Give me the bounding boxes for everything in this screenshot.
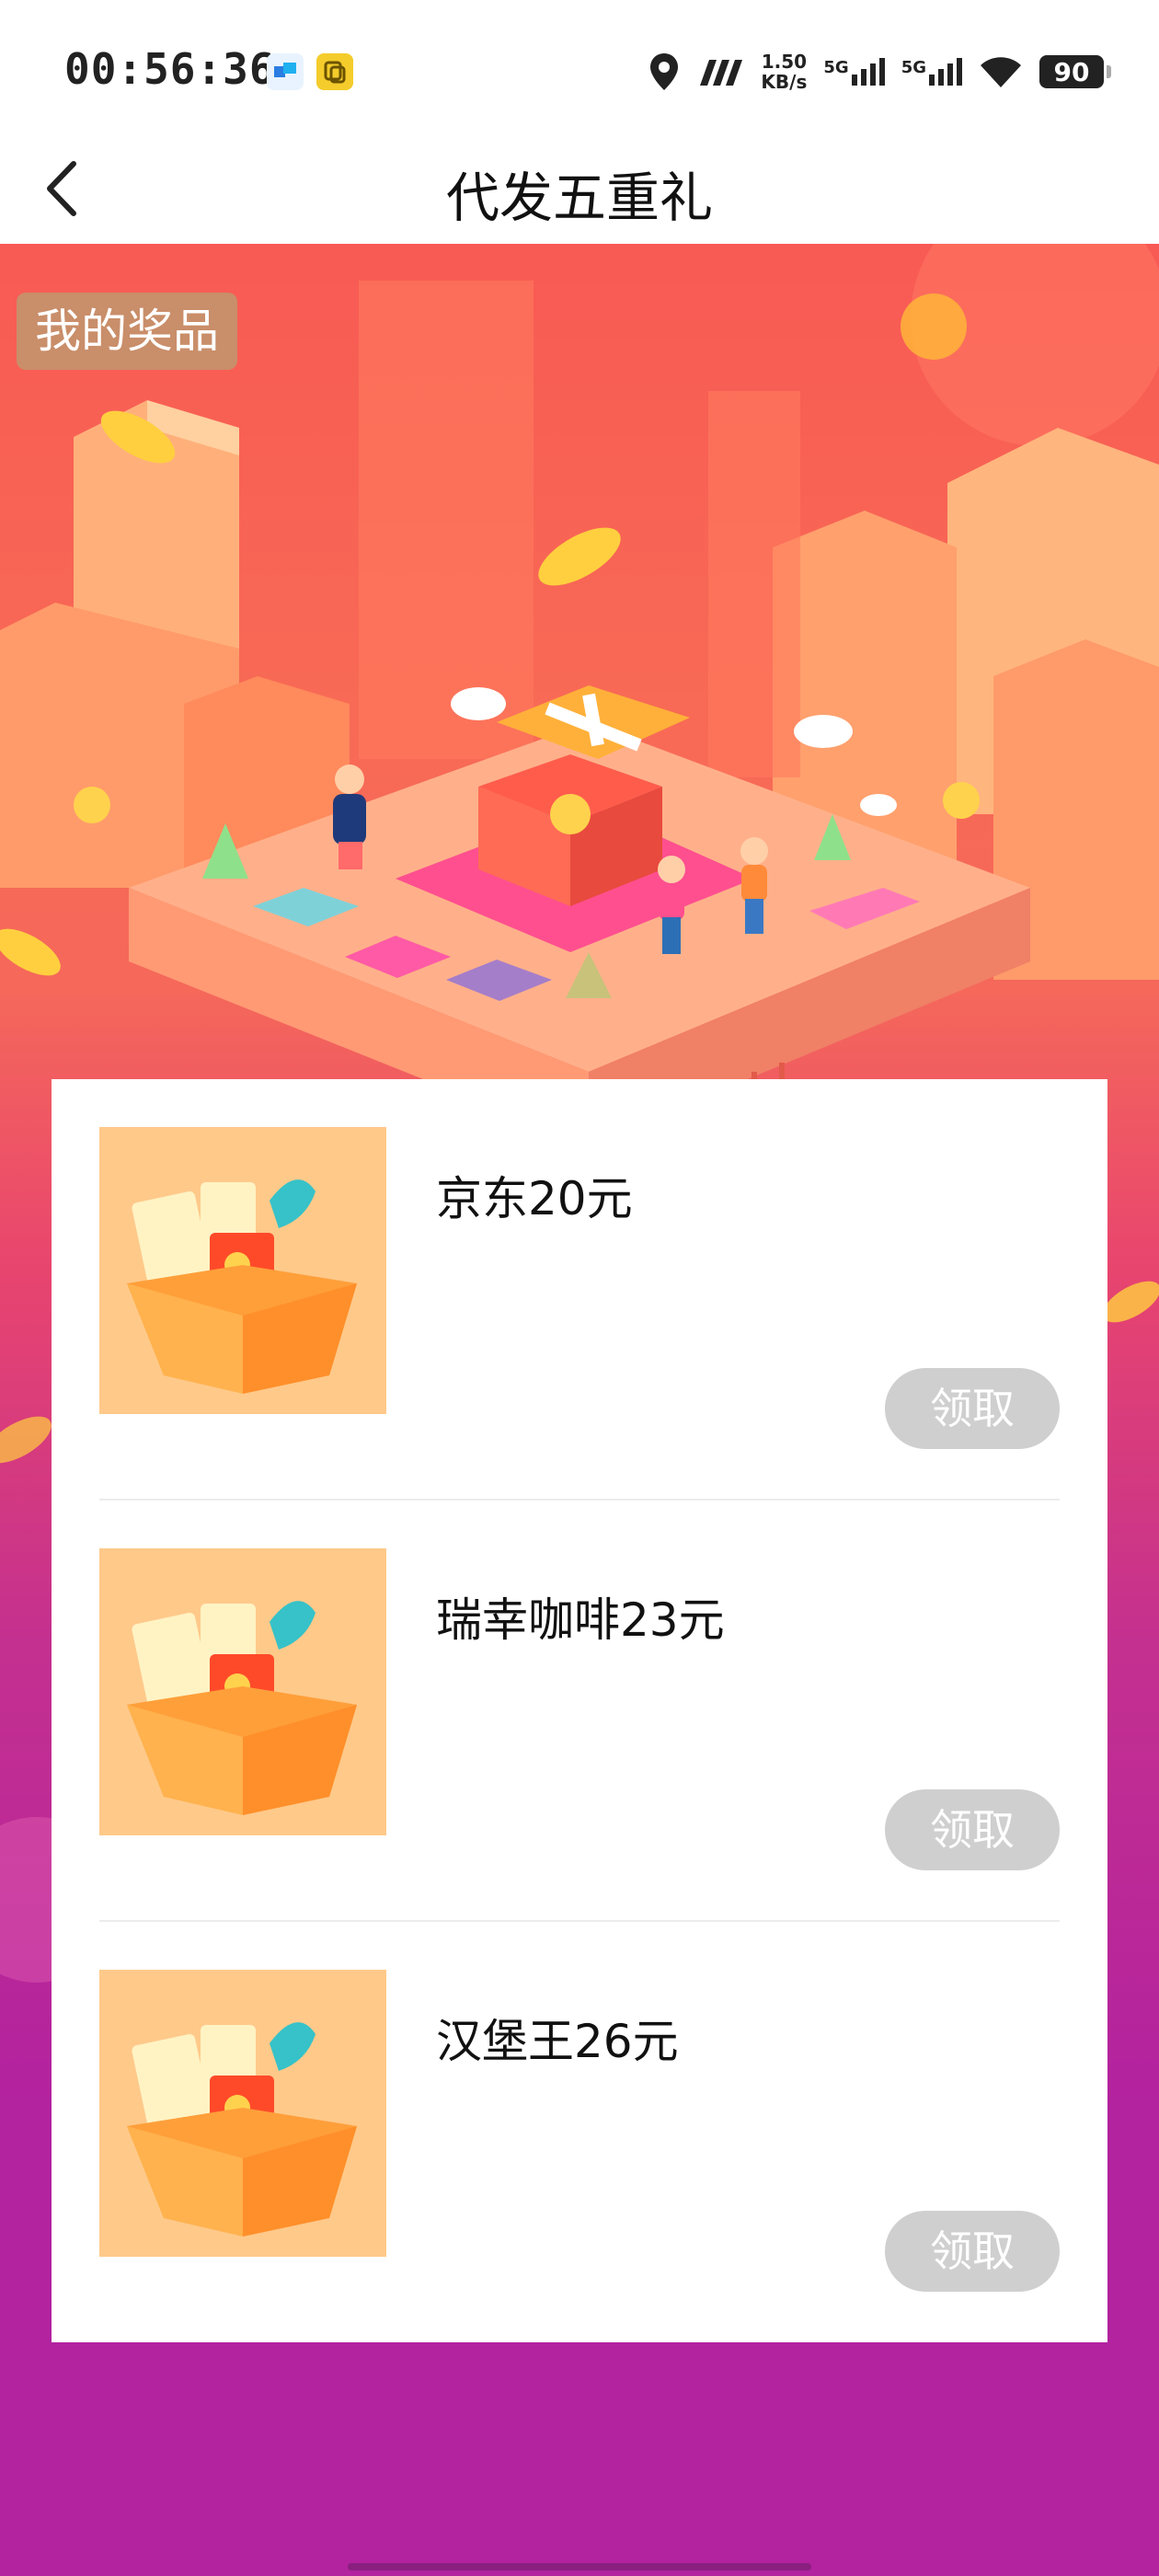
claim-button[interactable]: 领取	[885, 1368, 1060, 1449]
prize-list-card: 京东20元 领取 瑞幸咖啡23元 领取 汉堡王26元 领取	[52, 1079, 1107, 2342]
battery-indicator: 90	[1039, 55, 1111, 88]
claim-button[interactable]: 领取	[885, 1789, 1060, 1870]
prize-item: 汉堡王26元 领取	[99, 1922, 1060, 2343]
wifi-icon	[981, 57, 1021, 87]
app-notification-icon	[267, 53, 304, 90]
clipboard-app-icon	[316, 53, 353, 90]
carrier-logo-icon	[700, 60, 743, 86]
location-icon	[650, 53, 679, 90]
prize-name: 京东20元	[436, 1172, 633, 1225]
status-bar: 00:56:36 1.50 KB/s 5G 5G 90	[0, 0, 1159, 138]
signal-bars-icon	[929, 58, 962, 86]
prize-item: 瑞幸咖啡23元 领取	[99, 1501, 1060, 1922]
city-gift-illustration	[0, 244, 1159, 1164]
gift-box-image	[99, 1548, 386, 1835]
status-time: 00:56:36	[64, 44, 276, 94]
gift-box-image	[99, 1127, 386, 1414]
status-icons: 1.50 KB/s 5G 5G 90	[648, 46, 1111, 98]
page-title: 代发五重礼	[445, 167, 713, 229]
claim-button[interactable]: 领取	[885, 2211, 1060, 2292]
navigation-bar: 代发五重礼	[0, 138, 1159, 244]
home-indicator[interactable]	[348, 2563, 811, 2570]
prize-item: 京东20元 领取	[99, 1079, 1060, 1501]
prize-name: 汉堡王26元	[436, 2015, 679, 2068]
gift-box-image	[99, 1970, 386, 2257]
signal-bars-icon	[851, 58, 885, 86]
prize-name: 瑞幸咖啡23元	[436, 1593, 725, 1647]
signal-strength-2: 5G	[901, 58, 962, 86]
signal-strength-1: 5G	[823, 58, 885, 86]
network-speed: 1.50 KB/s	[761, 51, 808, 93]
my-prizes-button[interactable]: 我的奖品	[17, 293, 237, 370]
